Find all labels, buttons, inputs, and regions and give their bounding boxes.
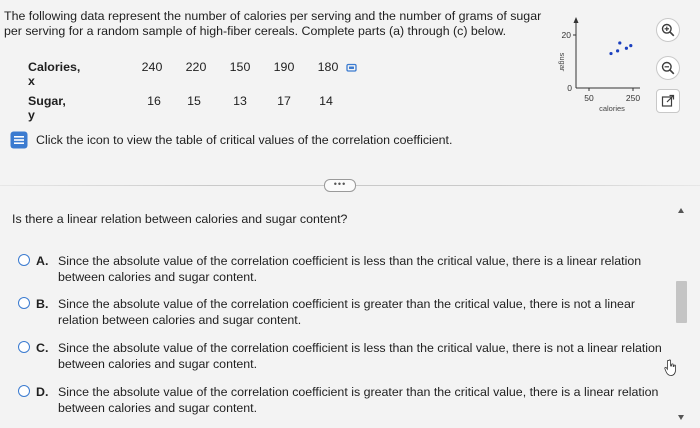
sugar-cell: 13 xyxy=(233,94,247,108)
option-letter: D. xyxy=(36,385,49,399)
radio-button[interactable] xyxy=(18,254,30,266)
y-axis-arrow xyxy=(573,17,579,23)
hand-cursor-icon xyxy=(664,359,676,376)
zoom-out-button[interactable] xyxy=(656,56,680,80)
zoom-in-icon xyxy=(661,23,675,37)
calories-cell: 180 xyxy=(317,60,339,74)
scroll-down-arrow-icon[interactable] xyxy=(678,415,684,420)
copy-icon[interactable] xyxy=(346,63,358,73)
sugar-label: Sugar, y xyxy=(28,94,66,122)
y-tick-label: 20 xyxy=(562,30,572,40)
option-letter: B. xyxy=(36,297,49,311)
hint-text[interactable]: Click the icon to view the table of crit… xyxy=(36,133,452,147)
y-tick-label: 0 xyxy=(567,83,572,93)
calories-cell: 190 xyxy=(273,60,295,74)
option-text[interactable]: Since the absolute value of the correlat… xyxy=(58,296,668,328)
scatter-point xyxy=(618,41,622,45)
scroll-up-arrow-icon[interactable] xyxy=(678,208,684,213)
option-text[interactable]: Since the absolute value of the correlat… xyxy=(58,340,668,372)
x-axis-label: calories xyxy=(599,104,625,113)
option-letter: A. xyxy=(36,254,49,268)
radio-button[interactable] xyxy=(18,297,30,309)
table-icon[interactable] xyxy=(10,131,28,149)
option-letter: C. xyxy=(36,341,49,355)
zoom-in-button[interactable] xyxy=(656,18,680,42)
sugar-cell: 15 xyxy=(187,94,201,108)
zoom-out-icon xyxy=(661,61,675,75)
critical-values-hint[interactable]: Click the icon to view the table of crit… xyxy=(10,131,452,149)
problem-intro: The following data represent the number … xyxy=(4,9,542,38)
scatter-point xyxy=(609,51,613,56)
x-tick-label: 250 xyxy=(626,93,640,103)
more-button[interactable]: ••• xyxy=(324,179,356,192)
expand-button[interactable] xyxy=(656,89,680,113)
scatter-points xyxy=(609,41,633,56)
sugar-cell: 14 xyxy=(319,94,333,108)
scatter-point xyxy=(629,44,633,48)
expand-icon xyxy=(661,94,675,107)
page: The following data represent the number … xyxy=(0,0,700,428)
option-text[interactable]: Since the absolute value of the correlat… xyxy=(58,384,668,416)
x-tick-label: 50 xyxy=(584,93,594,103)
radio-button[interactable] xyxy=(18,385,30,397)
calories-cell: 150 xyxy=(229,60,251,74)
scatter-point xyxy=(624,46,628,50)
scatter-plot: 20 0 50 250 calories sugar xyxy=(558,17,640,113)
sugar-cell: 16 xyxy=(147,94,161,108)
scrollbar-thumb[interactable] xyxy=(676,281,687,323)
y-axis-label: sugar xyxy=(558,53,567,72)
question-text: Is there a linear relation between calor… xyxy=(12,212,348,226)
calories-cell: 220 xyxy=(185,60,207,74)
radio-button[interactable] xyxy=(18,341,30,353)
calories-label: Calories, x xyxy=(28,60,81,88)
calories-cell: 240 xyxy=(141,60,163,74)
option-text[interactable]: Since the absolute value of the correlat… xyxy=(58,253,668,285)
sugar-cell: 17 xyxy=(277,94,291,108)
scatter-point xyxy=(616,49,620,53)
